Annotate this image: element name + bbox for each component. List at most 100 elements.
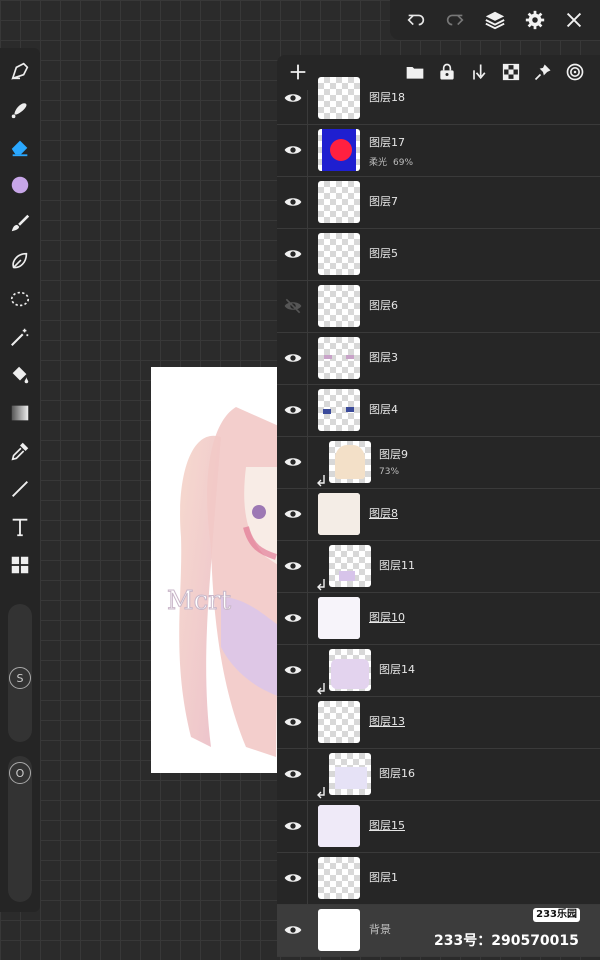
eye-icon[interactable] — [283, 868, 303, 888]
layers-panel: 图层18 图层17 柔光 69% 图层7 图层5 图层6 图层3 图层4 图层9 73% 图层8 图层1… — [277, 55, 600, 957]
opacity-slider-knob[interactable]: O — [9, 762, 31, 784]
gradient-icon[interactable] — [5, 398, 35, 428]
layer-thumbnail — [318, 597, 360, 639]
eye-icon[interactable] — [283, 244, 303, 264]
layer-thumbnail — [318, 857, 360, 899]
eye-icon[interactable] — [283, 88, 303, 108]
size-slider[interactable]: S — [8, 604, 32, 742]
layer-row[interactable]: 图层7 — [277, 177, 600, 229]
watermark-badge: 233乐园 — [533, 908, 580, 922]
text-icon[interactable] — [5, 512, 35, 542]
clipping-mask-icon — [317, 784, 327, 799]
layer-name: 图层8 — [369, 507, 398, 520]
layer-thumbnail — [318, 493, 360, 535]
layer-name: 图层3 — [369, 351, 398, 364]
layer-row[interactable]: 图层5 — [277, 229, 600, 281]
eye-icon[interactable] — [283, 504, 303, 524]
watermark-text: 233号：290570015 — [434, 933, 579, 949]
eye-icon[interactable] — [283, 192, 303, 212]
layer-row[interactable]: 图层14 — [277, 645, 600, 697]
eye-icon[interactable] — [283, 660, 303, 680]
eye-icon[interactable] — [283, 920, 303, 940]
layer-row[interactable]: 图层1 — [277, 853, 600, 905]
layer-name: 图层10 — [369, 611, 405, 624]
layer-thumbnail — [318, 701, 360, 743]
layer-thumbnail — [329, 441, 371, 483]
dotted-selection-icon[interactable] — [5, 284, 35, 314]
layer-thumbnail — [318, 285, 360, 327]
close-icon[interactable] — [559, 5, 589, 35]
layer-row[interactable]: 图层16 — [277, 749, 600, 801]
eye-icon[interactable] — [283, 764, 303, 784]
layer-thumbnail — [318, 129, 360, 171]
layer-row[interactable]: 图层13 — [277, 697, 600, 749]
layer-name: 图层7 — [369, 195, 398, 208]
layer-name: 图层13 — [369, 715, 405, 728]
clipping-mask-icon — [317, 680, 327, 695]
layer-thumbnail — [318, 181, 360, 223]
layers-icon[interactable] — [480, 5, 510, 35]
layer-row[interactable]: 图层10 — [277, 593, 600, 645]
eraser-icon[interactable] — [5, 132, 35, 162]
layer-name: 图层16 — [379, 767, 415, 780]
eyedropper-icon[interactable] — [5, 436, 35, 466]
eye-icon[interactable] — [283, 816, 303, 836]
layer-row[interactable]: 图层17 柔光 69% — [277, 125, 600, 177]
redo-icon[interactable] — [440, 5, 470, 35]
layer-name: 图层6 — [369, 299, 398, 312]
layer-opacity: 69% — [393, 158, 414, 168]
layer-row[interactable]: 图层18 — [277, 73, 600, 125]
layer-thumbnail — [318, 233, 360, 275]
grid-icon[interactable] — [5, 550, 35, 580]
layer-thumbnail — [329, 649, 371, 691]
smudge-icon[interactable] — [5, 94, 35, 124]
canvas-artwork[interactable]: Mcrt — [151, 367, 281, 773]
layer-name: 图层18 — [369, 91, 405, 104]
layer-name: 图层15 — [369, 819, 405, 832]
eye-hidden-icon[interactable] — [283, 296, 303, 316]
layer-row[interactable]: 图层4 — [277, 385, 600, 437]
layer-thumbnail — [318, 337, 360, 379]
layer-name: 图层11 — [379, 559, 415, 572]
clipping-mask-icon — [317, 472, 327, 487]
eye-icon[interactable] — [283, 712, 303, 732]
clipping-mask-icon — [317, 576, 327, 591]
eye-icon[interactable] — [283, 348, 303, 368]
layer-blend-info: 73% — [379, 467, 399, 477]
gear-icon[interactable] — [520, 5, 550, 35]
layer-opacity: 73% — [379, 467, 400, 477]
undo-icon[interactable] — [401, 5, 431, 35]
layer-thumbnail — [318, 805, 360, 847]
magic-wand-icon[interactable] — [5, 322, 35, 352]
layer-thumbnail — [329, 753, 371, 795]
eye-icon[interactable] — [283, 140, 303, 160]
layer-row[interactable]: 图层8 — [277, 489, 600, 541]
layer-row[interactable]: 图层6 — [277, 281, 600, 333]
layer-thumbnail — [318, 389, 360, 431]
layer-name: 背景 — [369, 923, 391, 936]
eye-icon[interactable] — [283, 452, 303, 472]
color-circle[interactable] — [5, 170, 35, 200]
layer-row[interactable]: 图层15 — [277, 801, 600, 853]
bucket-icon[interactable] — [5, 360, 35, 390]
opacity-slider[interactable]: O — [8, 756, 32, 902]
eye-icon[interactable] — [283, 608, 303, 628]
eye-icon[interactable] — [283, 400, 303, 420]
pen-icon[interactable] — [5, 56, 35, 86]
layer-row[interactable]: 图层11 — [277, 541, 600, 593]
tool-column: S O — [0, 48, 40, 912]
top-toolbar — [390, 0, 600, 40]
layer-name: 图层17 — [369, 136, 405, 149]
lasso-icon[interactable] — [5, 246, 35, 276]
signature-text: Mcrt — [167, 586, 232, 616]
layer-row[interactable]: 图层9 73% — [277, 437, 600, 489]
brush-icon[interactable] — [5, 208, 35, 238]
line-icon[interactable] — [5, 474, 35, 504]
eye-icon[interactable] — [283, 556, 303, 576]
layer-name: 图层9 — [379, 448, 408, 461]
layer-thumbnail — [318, 77, 360, 119]
layer-thumbnail — [329, 545, 371, 587]
layer-name: 图层4 — [369, 403, 398, 416]
size-slider-knob[interactable]: S — [9, 667, 31, 689]
layer-row[interactable]: 图层3 — [277, 333, 600, 385]
